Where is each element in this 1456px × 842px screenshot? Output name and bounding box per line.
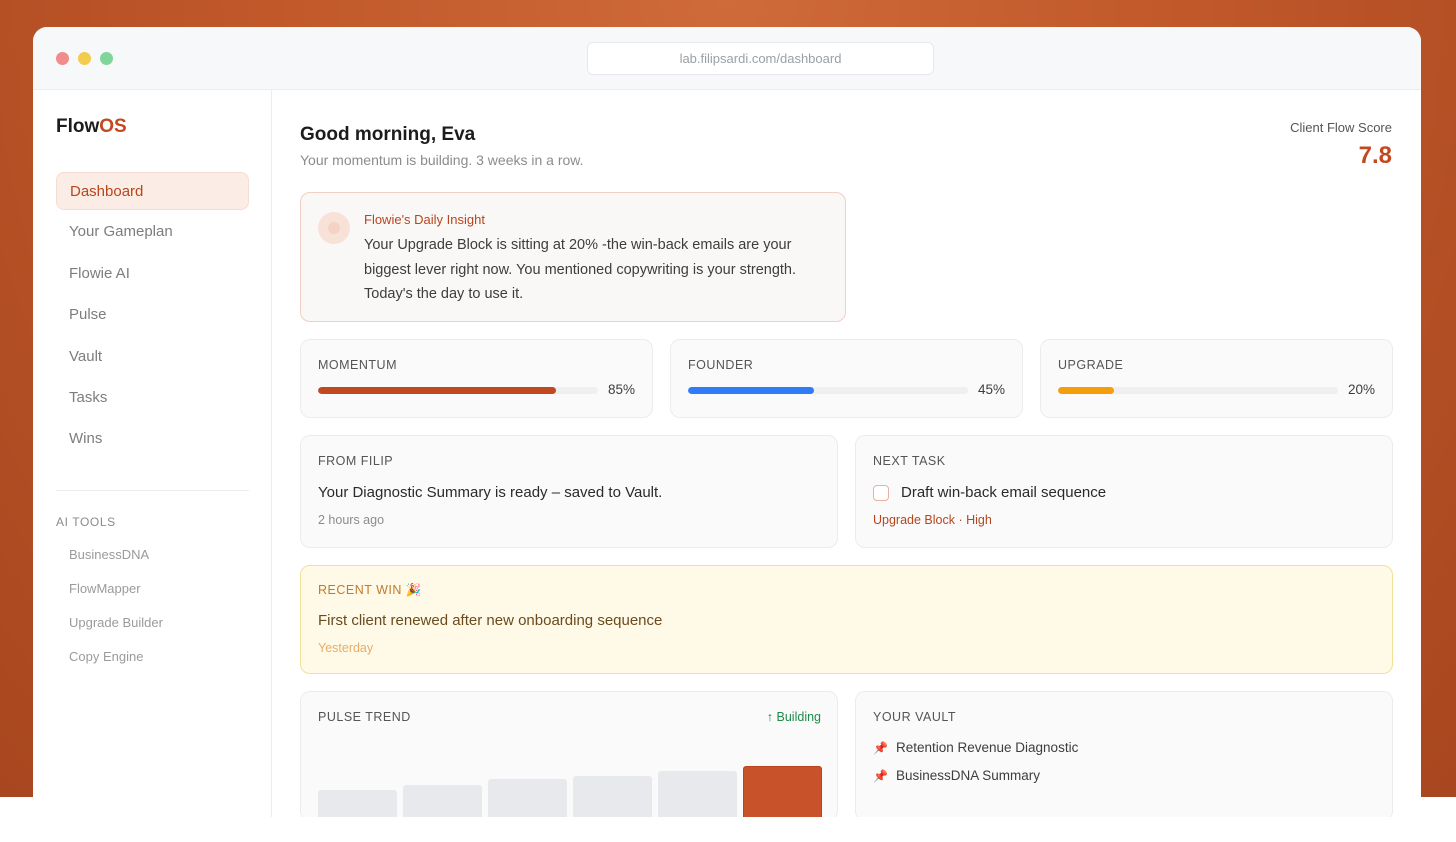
recent-win-label: RECENT WIN 🎉 [318, 583, 422, 597]
minimize-window-button[interactable] [78, 52, 91, 65]
vault-item-label: Retention Revenue Diagnostic [895, 740, 1079, 755]
task-checkbox[interactable] [873, 485, 889, 501]
sidebar-item-tasks[interactable]: Tasks [56, 379, 249, 417]
task-meta: Upgrade Block · High [873, 513, 992, 527]
your-vault-card: YOUR VAULT 📌 Retention Revenue Diagnostic… [855, 691, 1393, 817]
progress-track [688, 387, 968, 394]
close-window-button[interactable] [56, 52, 69, 65]
pin-icon: 📌 [873, 741, 888, 755]
browser-titlebar: lab.filipsardi.com/dashboard [33, 27, 1421, 90]
recent-win-timestamp: Yesterday [318, 641, 374, 655]
task-title[interactable]: Draft win-back email sequence [901, 484, 1106, 501]
pulse-trend-card[interactable]: PULSE TREND ↑ Building [300, 691, 838, 817]
tool-item-upgrade-builder[interactable]: Upgrade Builder [69, 615, 163, 649]
address-bar[interactable]: lab.filipsardi.com/dashboard [587, 42, 934, 75]
from-filip-label: FROM FILIP [318, 454, 394, 468]
pulse-trend-bar [403, 785, 482, 817]
metric-card-momentum[interactable]: MOMENTUM 85% [300, 339, 653, 418]
next-task-card: NEXT TASK Draft win-back email sequence … [855, 435, 1393, 548]
sidebar-item-pulse[interactable]: Pulse [56, 296, 249, 334]
flowie-avatar-icon [318, 212, 350, 244]
sidebar-item-wins[interactable]: Wins [56, 420, 249, 458]
progress-track [318, 387, 598, 394]
insight-body: Your Upgrade Block is sitting at 20% -th… [364, 237, 797, 302]
sidebar-item-vault[interactable]: Vault [56, 338, 249, 376]
pin-icon: 📌 [873, 769, 888, 783]
your-vault-label: YOUR VAULT [873, 710, 957, 724]
metric-card-founder[interactable]: FOUNDER 45% [670, 339, 1023, 418]
metric-label: UPGRADE [1058, 358, 1124, 372]
client-flow-score-value: 7.8 [1358, 142, 1392, 169]
metric-percent: 20% [1347, 382, 1375, 397]
progress-track [1058, 387, 1338, 394]
sidebar-nav: Dashboard Your Gameplan Flowie AI Pulse … [56, 172, 249, 462]
metric-percent: 85% [607, 382, 635, 397]
sidebar-item-flowie-ai[interactable]: Flowie AI [56, 255, 249, 293]
pulse-trend-chart [318, 739, 822, 817]
metric-label: FOUNDER [688, 358, 754, 372]
pulse-trend-label: PULSE TREND [318, 710, 411, 724]
maximize-window-button[interactable] [100, 52, 113, 65]
browser-window: lab.filipsardi.com/dashboard FlowOS Dash… [33, 27, 1421, 817]
dashboard-main: Good morning, Eva Your momentum is build… [273, 90, 1421, 817]
client-flow-score-label: Client Flow Score [1290, 120, 1392, 135]
page-title: Good morning, Eva [300, 124, 476, 145]
progress-fill [318, 387, 556, 394]
logo-text-flow: Flow [56, 116, 100, 137]
sidebar-item-gameplan[interactable]: Your Gameplan [56, 213, 249, 251]
daily-insight-card: Flowie's Daily Insight Your Upgrade Bloc… [300, 192, 846, 322]
recent-win-card[interactable]: RECENT WIN 🎉 First client renewed after … [300, 565, 1393, 674]
ai-tools-list: BusinessDNA FlowMapper Upgrade Builder C… [69, 547, 163, 683]
pulse-trend-bar [573, 776, 652, 817]
tool-item-businessdna[interactable]: BusinessDNA [69, 547, 163, 581]
metric-label: MOMENTUM [318, 358, 397, 372]
page-subtitle: Your momentum is building. 3 weeks in a … [300, 152, 584, 168]
vault-item-label: BusinessDNA Summary [895, 768, 1040, 783]
vault-item[interactable]: 📌 Retention Revenue Diagnostic [873, 740, 1078, 755]
from-filip-timestamp: 2 hours ago [318, 513, 385, 527]
progress-fill [688, 387, 814, 394]
ai-tools-heading: AI TOOLS [56, 515, 116, 529]
pulse-trend-bar [318, 790, 397, 817]
tool-item-copy-engine[interactable]: Copy Engine [69, 649, 163, 683]
pulse-trend-bar [658, 771, 737, 817]
metric-card-upgrade[interactable]: UPGRADE 20% [1040, 339, 1393, 418]
tool-item-flowmapper[interactable]: FlowMapper [69, 581, 163, 615]
next-task-label: NEXT TASK [873, 454, 946, 468]
app-logo[interactable]: FlowOS [56, 116, 127, 138]
sidebar-divider [56, 490, 249, 491]
sidebar-item-dashboard[interactable]: Dashboard [56, 172, 249, 210]
vault-item[interactable]: 📌 BusinessDNA Summary [873, 768, 1040, 783]
pulse-trend-bar-current [743, 766, 822, 817]
metric-percent: 45% [977, 382, 1005, 397]
sidebar: FlowOS Dashboard Your Gameplan Flowie AI… [33, 90, 272, 817]
progress-fill [1058, 387, 1114, 394]
from-filip-message: Your Diagnostic Summary is ready – saved… [318, 484, 663, 501]
logo-text-os: OS [99, 116, 127, 137]
from-filip-card[interactable]: FROM FILIP Your Diagnostic Summary is re… [300, 435, 838, 548]
insight-title: Flowie's Daily Insight [364, 212, 485, 227]
recent-win-text: First client renewed after new onboardin… [318, 612, 663, 629]
pulse-trend-status: ↑ Building [766, 710, 821, 724]
pulse-trend-bar [488, 779, 567, 817]
